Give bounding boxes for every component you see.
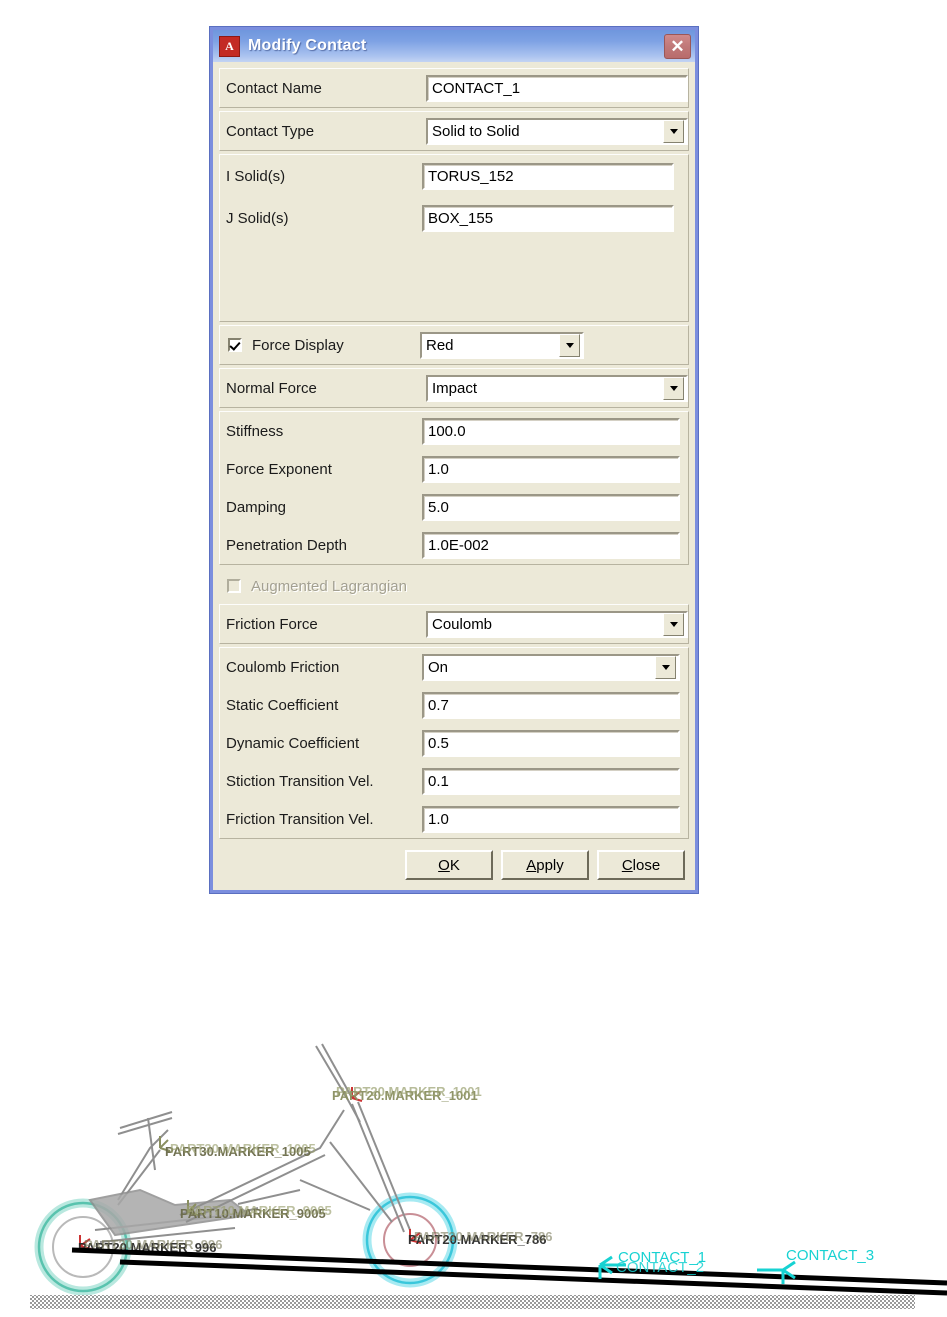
contact-labels: CONTACT_1 CONTACT_2 CONTACT_3 <box>616 1247 874 1276</box>
stiction-transition-input[interactable]: 0.1 <box>422 767 680 795</box>
stiction-transition-label: Stiction Transition Vel. <box>226 772 374 790</box>
force-display-checkbox[interactable] <box>228 338 242 352</box>
friction-force-panel: Friction Force Coulomb <box>219 604 689 644</box>
contact-type-row: Contact Type Solid to Solid <box>220 112 688 150</box>
ok-mnemonic: O <box>438 856 450 874</box>
apply-mnemonic: A <box>526 856 537 874</box>
chevron-down-icon[interactable] <box>663 119 684 143</box>
contact-name-row: Contact Name CONTACT_1 <box>220 69 688 107</box>
coulomb-parameters-panel: Coulomb Friction On Static Coefficient 0… <box>219 647 689 839</box>
augmented-lagrangian-label: Augmented Lagrangian <box>251 577 407 595</box>
ok-rest: K <box>449 856 460 874</box>
penetration-depth-label: Penetration Depth <box>226 536 347 554</box>
contact-name-label: Contact Name <box>226 79 322 97</box>
chevron-down-icon[interactable] <box>663 376 684 400</box>
chevron-down-icon[interactable] <box>663 612 684 636</box>
dialog-body: Contact Name CONTACT_1 Contact Type Soli… <box>213 62 695 890</box>
dynamic-coefficient-label: Dynamic Coefficient <box>226 734 360 752</box>
solids-panel: I Solid(s) TORUS_152 J Solid(s) BOX_155 <box>219 154 689 322</box>
stiffness-row: Stiffness 100.0 <box>220 412 688 450</box>
ground-strip <box>30 1295 915 1309</box>
static-coefficient-label: Static Coefficient <box>226 696 339 714</box>
apply-rest: pply <box>536 856 564 874</box>
penetration-depth-row: Penetration Depth 1.0E-002 <box>220 526 688 564</box>
stiction-transition-row: Stiction Transition Vel. 0.1 <box>220 762 688 800</box>
j-solid-row: J Solid(s) BOX_155 <box>220 197 688 239</box>
normal-force-row: Normal Force Impact <box>220 369 688 407</box>
contact-type-panel: Contact Type Solid to Solid <box>219 111 689 151</box>
penetration-depth-input[interactable]: 1.0E-002 <box>422 531 680 559</box>
contact-name-panel: Contact Name CONTACT_1 <box>219 68 689 108</box>
coulomb-friction-label: Coulomb Friction <box>226 658 340 676</box>
coulomb-friction-value: On <box>428 658 449 676</box>
chevron-down-icon[interactable] <box>655 655 676 679</box>
contact-name-input[interactable]: CONTACT_1 <box>426 74 688 102</box>
damping-input[interactable]: 5.0 <box>422 493 680 521</box>
marker-label-4-ghost: PART20.MARKER_786 <box>414 1229 552 1244</box>
dynamic-coefficient-row: Dynamic Coefficient 0.5 <box>220 724 688 762</box>
friction-force-value: Coulomb <box>432 615 493 633</box>
force-display-panel: Force Display Red <box>219 325 689 365</box>
contact-type-select[interactable]: Solid to Solid <box>426 117 688 145</box>
coulomb-friction-select[interactable]: On <box>422 653 680 681</box>
friction-force-select[interactable]: Coulomb <box>426 610 688 638</box>
i-solid-input[interactable]: TORUS_152 <box>422 162 674 190</box>
friction-transition-label: Friction Transition Vel. <box>226 810 374 828</box>
force-display-row: Force Display Red <box>220 326 688 364</box>
model-scene: PART20.MARKER_1001 PART20.MARKER_1001 PA… <box>30 1043 947 1309</box>
augmented-lagrangian-row: Augmented Lagrangian <box>219 568 689 604</box>
normal-force-select[interactable]: Impact <box>426 374 688 402</box>
model-viewport[interactable]: PART20.MARKER_1001 PART20.MARKER_1001 PA… <box>0 1000 947 1317</box>
app-icon: A <box>219 35 240 57</box>
apply-button[interactable]: Apply <box>501 850 589 880</box>
static-coefficient-row: Static Coefficient 0.7 <box>220 686 688 724</box>
marker-label-0-ghost: PART20.MARKER_1001 <box>336 1084 482 1099</box>
close-rest: lose <box>632 856 661 874</box>
friction-force-label: Friction Force <box>226 615 318 633</box>
modify-contact-dialog: A Modify Contact ✕ Contact Name CONTACT_… <box>210 27 698 893</box>
damping-label: Damping <box>226 498 287 516</box>
contact-label-2: CONTACT_3 <box>786 1247 874 1264</box>
coulomb-friction-row: Coulomb Friction On <box>220 648 688 686</box>
friction-force-row: Friction Force Coulomb <box>220 605 688 643</box>
stiffness-label: Stiffness <box>226 422 284 440</box>
close-icon[interactable]: ✕ <box>664 34 691 59</box>
dialog-button-row: OK Apply Close <box>219 842 689 882</box>
friction-transition-input[interactable]: 1.0 <box>422 805 680 833</box>
chevron-down-icon[interactable] <box>559 333 580 357</box>
force-display-label: Force Display <box>252 336 344 354</box>
dialog-title: Modify Contact <box>248 37 367 54</box>
force-exponent-label: Force Exponent <box>226 460 332 478</box>
dialog-titlebar[interactable]: A Modify Contact ✕ <box>213 30 695 62</box>
force-exponent-input[interactable]: 1.0 <box>422 455 680 483</box>
i-solid-label: I Solid(s) <box>226 167 286 185</box>
normal-force-value: Impact <box>432 379 478 397</box>
static-coefficient-input[interactable]: 0.7 <box>422 691 680 719</box>
i-solid-row: I Solid(s) TORUS_152 <box>220 155 688 197</box>
augmented-lagrangian-panel: Augmented Lagrangian <box>219 568 689 604</box>
normal-force-panel: Normal Force Impact <box>219 368 689 408</box>
j-solid-input[interactable]: BOX_155 <box>422 204 674 232</box>
force-exponent-row: Force Exponent 1.0 <box>220 450 688 488</box>
force-display-color-value: Red <box>426 336 454 354</box>
dynamic-coefficient-input[interactable]: 0.5 <box>422 729 680 757</box>
j-solid-label: J Solid(s) <box>226 209 289 227</box>
impact-parameters-panel: Stiffness 100.0 Force Exponent 1.0 Dampi… <box>219 411 689 565</box>
contact-type-label: Contact Type <box>226 122 315 140</box>
damping-row: Damping 5.0 <box>220 488 688 526</box>
augmented-lagrangian-checkbox <box>227 579 241 593</box>
contact-type-value: Solid to Solid <box>432 122 520 140</box>
marker-label-1-ghost: PART30.MARKER_1005 <box>170 1141 316 1156</box>
ok-button[interactable]: OK <box>405 850 493 880</box>
close-mnemonic: C <box>621 856 633 874</box>
friction-transition-row: Friction Transition Vel. 1.0 <box>220 800 688 838</box>
stiffness-input[interactable]: 100.0 <box>422 417 680 445</box>
close-button[interactable]: Close <box>597 850 685 880</box>
normal-force-label: Normal Force <box>226 379 317 397</box>
force-display-color-select[interactable]: Red <box>420 331 584 359</box>
marker-label-2-ghost: PART10.MARKER_9005 <box>186 1203 332 1218</box>
contact-label-1: CONTACT_2 <box>616 1259 704 1276</box>
